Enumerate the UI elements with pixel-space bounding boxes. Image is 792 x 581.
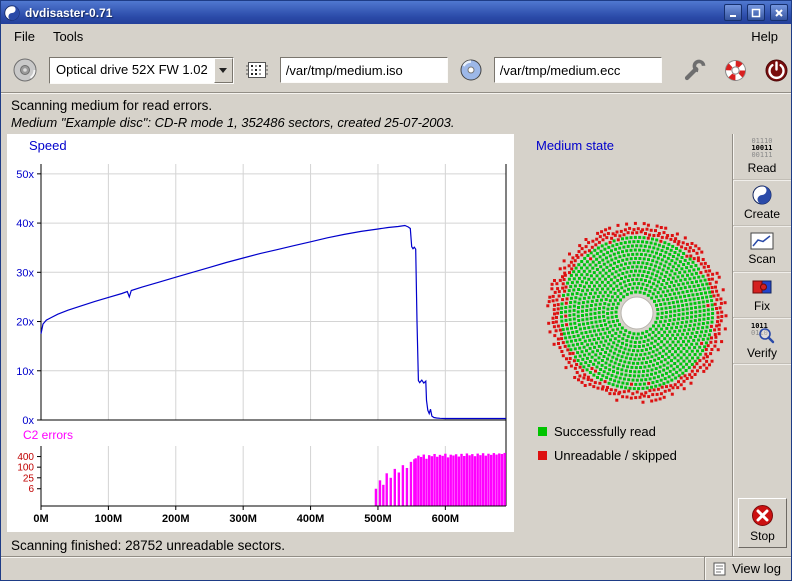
svg-text:25: 25: [23, 473, 35, 484]
window-title: dvdisaster-0.71: [25, 6, 719, 20]
close-button[interactable]: [770, 4, 788, 21]
wrench-icon: [681, 57, 708, 84]
quit-button[interactable]: [760, 54, 792, 87]
svg-text:50x: 50x: [16, 169, 34, 181]
drive-button[interactable]: [9, 54, 41, 86]
legend: Successfully read Unreadable / skipped: [538, 424, 732, 463]
left-column: Speed 0x 10x 20x 30x 40x 50x 400100256 0M 100M 20…: [1, 134, 732, 556]
drive-select-arrow[interactable]: [214, 58, 233, 83]
minimize-icon: [728, 8, 738, 18]
legend-item-unreadable: Unreadable / skipped: [538, 448, 732, 463]
sidebar-button-fix[interactable]: Fix: [733, 272, 791, 318]
svg-text:30x: 30x: [16, 267, 34, 279]
svg-text:100M: 100M: [95, 513, 123, 525]
create-yinyang-icon: [752, 185, 772, 205]
menu-item-help[interactable]: Help: [742, 26, 787, 47]
speed-c2-chart: 0x 10x 20x 30x 40x 50x 400100256 0M 100M 200M 300M…: [7, 156, 512, 530]
iso-file-button[interactable]: [242, 55, 272, 85]
medium-state-panel: Medium state Successfully read Unreadabl…: [514, 134, 732, 532]
svg-text:500M: 500M: [364, 513, 392, 525]
legend-swatch-green: [538, 427, 547, 436]
stop-button[interactable]: Stop: [738, 498, 787, 548]
svg-text:20x: 20x: [16, 317, 34, 329]
svg-text:400M: 400M: [297, 513, 325, 525]
medium-state-disc: [542, 218, 732, 408]
svg-text:200M: 200M: [162, 513, 190, 525]
status-line-medium: Medium "Example disc": CD-R mode 1, 3524…: [11, 115, 781, 130]
status-block: Scanning medium for read errors. Medium …: [1, 93, 791, 134]
legend-label-read: Successfully read: [554, 424, 656, 439]
app-icon: [4, 5, 20, 21]
close-icon: [774, 8, 784, 18]
chart-row: Speed 0x 10x 20x 30x 40x 50x 400100256 0M 100M 20…: [1, 134, 732, 532]
read-label: Read: [748, 161, 777, 175]
ecc-file-button[interactable]: [456, 55, 486, 85]
minimize-button[interactable]: [724, 4, 742, 21]
log-icon: [713, 562, 726, 576]
svg-text:40x: 40x: [16, 218, 34, 230]
speed-chart-title: Speed: [7, 134, 514, 156]
status-line-action: Scanning medium for read errors.: [11, 98, 781, 113]
toolbar: Optical drive 52X FW 1.02: [1, 48, 791, 93]
maximize-icon: [751, 8, 761, 18]
scan-chart-widget: Speed 0x 10x 20x 30x 40x 50x 400100256 0M 100M 20…: [7, 134, 514, 532]
svg-text:6: 6: [28, 484, 34, 495]
legend-swatch-red: [538, 451, 547, 460]
fix-puzzle-icon: [751, 277, 773, 297]
chevron-down-icon: [219, 68, 227, 73]
help-button[interactable]: [719, 54, 752, 87]
iso-path-input[interactable]: [280, 57, 448, 83]
svg-text:0M: 0M: [33, 513, 48, 525]
read-icon: 01110 10011 00111: [751, 138, 772, 159]
svg-text:C2 errors: C2 errors: [23, 428, 73, 442]
verify-label: Verify: [747, 346, 777, 360]
power-icon: [763, 57, 790, 84]
menu-item-file[interactable]: File: [5, 26, 44, 47]
sidebar-button-verify[interactable]: 1011 0110 Verify: [733, 318, 791, 364]
scan-curve-icon: [750, 232, 774, 250]
svg-text:0x: 0x: [22, 415, 34, 427]
action-sidebar: 01110 10011 00111 Read Create: [732, 134, 791, 556]
stop-label: Stop: [750, 529, 775, 543]
sidebar-button-read[interactable]: 01110 10011 00111 Read: [733, 134, 791, 180]
lifebuoy-icon: [722, 57, 749, 84]
scan-label: Scan: [748, 252, 775, 266]
sidebar-button-scan[interactable]: Scan: [733, 226, 791, 272]
view-log-button[interactable]: View log: [704, 557, 791, 580]
svg-text:300M: 300M: [229, 513, 257, 525]
drive-icon: [12, 57, 38, 83]
sidebar-button-create[interactable]: Create: [733, 180, 791, 226]
main-area: Speed 0x 10x 20x 30x 40x 50x 400100256 0M 100M 20…: [1, 134, 791, 556]
scan-result-status: Scanning finished: 28752 unreadable sect…: [1, 532, 732, 559]
sidebar-spacer: [733, 364, 791, 494]
menu-item-tools[interactable]: Tools: [44, 26, 92, 47]
verify-icon: 1011 0110: [749, 322, 775, 344]
fix-label: Fix: [754, 299, 770, 313]
medium-state-title: Medium state: [536, 138, 732, 160]
svg-text:400: 400: [17, 452, 34, 463]
create-label: Create: [744, 207, 780, 221]
image-file-icon: [245, 58, 269, 82]
view-log-label: View log: [732, 561, 781, 576]
legend-label-unreadable: Unreadable / skipped: [554, 448, 677, 463]
drive-select[interactable]: Optical drive 52X FW 1.02: [49, 57, 234, 84]
ecc-disc-icon: [459, 58, 483, 82]
bottom-bar: View log: [1, 556, 791, 580]
ecc-path-input[interactable]: [494, 57, 662, 83]
menu-bar: File Tools Help: [1, 24, 791, 48]
legend-item-read: Successfully read: [538, 424, 732, 439]
stop-icon: [751, 504, 774, 527]
svg-text:100: 100: [17, 463, 34, 474]
app-window: dvdisaster-0.71 File Tools Help Optical …: [0, 0, 792, 581]
svg-text:600M: 600M: [432, 513, 460, 525]
maximize-button[interactable]: [747, 4, 765, 21]
drive-select-value: Optical drive 52X FW 1.02: [50, 58, 214, 83]
preferences-button[interactable]: [678, 54, 711, 87]
title-bar: dvdisaster-0.71: [1, 1, 791, 24]
svg-text:10x: 10x: [16, 366, 34, 378]
